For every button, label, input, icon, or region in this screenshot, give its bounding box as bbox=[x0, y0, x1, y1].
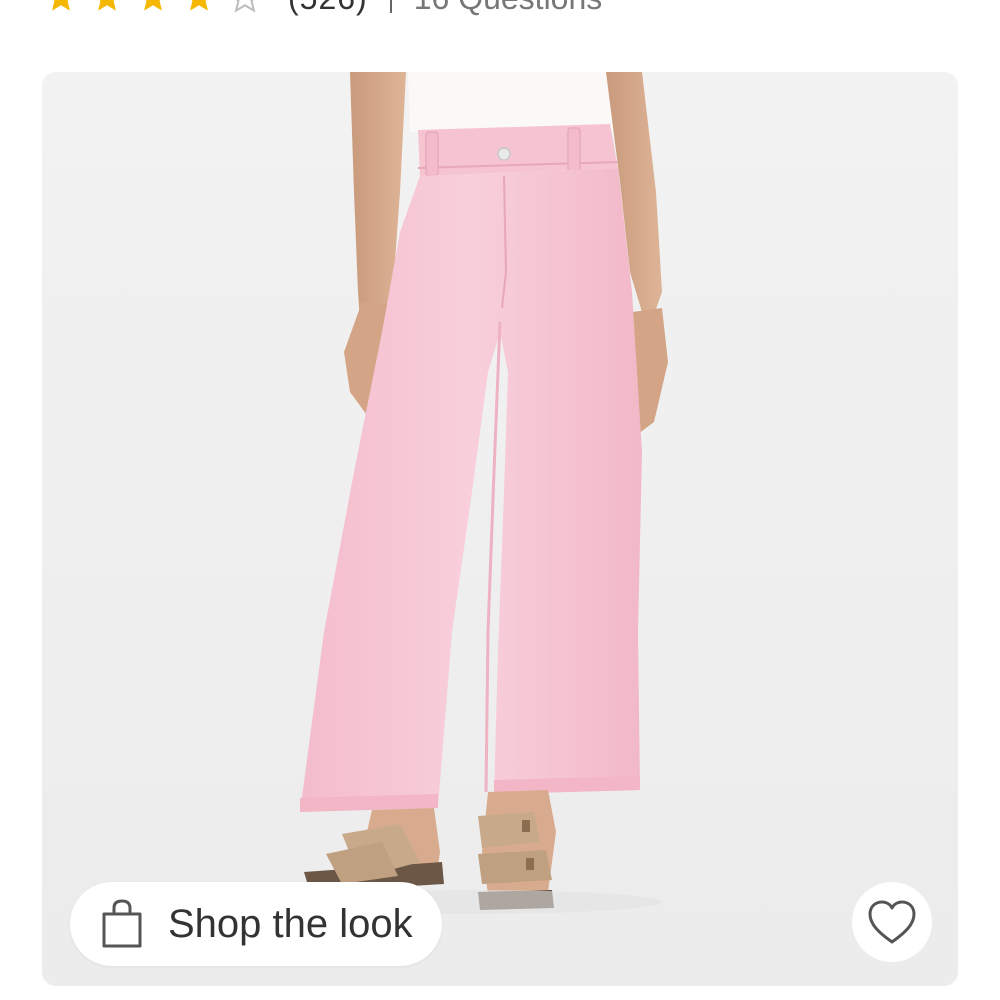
star-filled-icon bbox=[144, 0, 162, 11]
rating-stars[interactable] bbox=[44, 0, 262, 15]
product-image-card[interactable] bbox=[42, 72, 958, 986]
product-page: (526) 16 Questions bbox=[0, 0, 1000, 1000]
shop-the-look-button[interactable]: Shop the look bbox=[70, 882, 442, 966]
star-filled-icon bbox=[98, 0, 116, 11]
heart-outline-icon bbox=[868, 900, 916, 944]
product-photo bbox=[42, 72, 958, 986]
shopping-bag-icon bbox=[102, 899, 142, 948]
favorite-button[interactable] bbox=[852, 882, 932, 962]
rating-row: (526) 16 Questions bbox=[44, 0, 602, 18]
divider bbox=[389, 0, 392, 13]
rating-count[interactable]: (526) bbox=[288, 0, 368, 17]
shop-the-look-label: Shop the look bbox=[168, 901, 413, 946]
star-empty-icon bbox=[234, 0, 256, 13]
questions-link[interactable]: 16 Questions bbox=[414, 0, 603, 17]
star-filled-icon bbox=[52, 0, 70, 11]
star-filled-icon bbox=[190, 0, 208, 11]
